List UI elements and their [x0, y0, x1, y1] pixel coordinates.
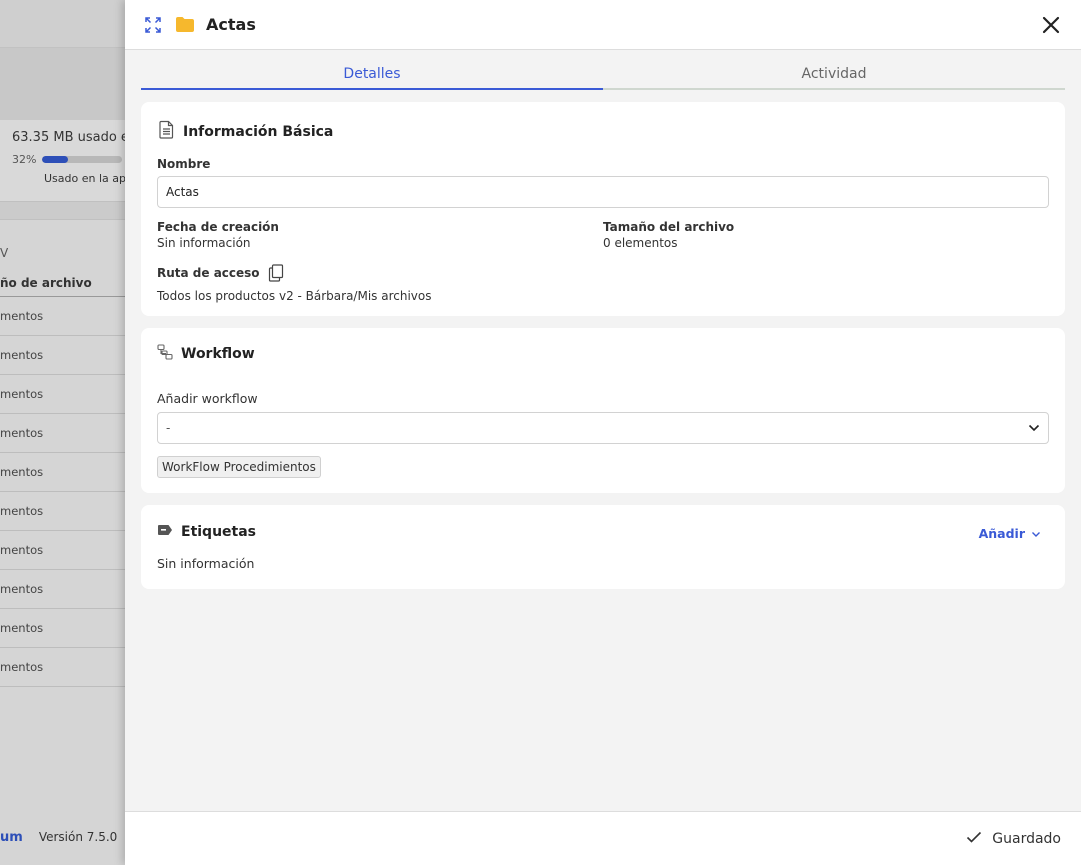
name-label: Nombre	[157, 157, 211, 171]
details-drawer: Actas Detalles Actividad Información Bás…	[125, 0, 1081, 865]
tag-icon	[157, 524, 173, 540]
add-tag-button[interactable]: Añadir	[979, 526, 1041, 541]
column-header-size: ño de archivo	[0, 271, 125, 297]
background-row: mentos	[0, 609, 125, 648]
tags-header: Etiquetas	[157, 524, 1049, 540]
workflow-select[interactable]: -	[157, 412, 1049, 444]
tabs: Detalles Actividad	[141, 60, 1065, 90]
document-icon	[157, 120, 175, 143]
drawer-header: Actas	[125, 0, 1081, 50]
basic-info-header: Información Básica	[157, 120, 1049, 143]
tags-title: Etiquetas	[181, 524, 257, 540]
drawer-footer: Guardado	[125, 811, 1081, 865]
storage-used-text: Usado en la ap	[44, 172, 125, 185]
storage-bar	[42, 156, 123, 163]
tab-actividad[interactable]: Actividad	[603, 60, 1065, 90]
background-rows: mentos mentos mentos mentos mentos mentos ment…	[0, 297, 125, 687]
tags-card: Etiquetas Añadir Sin información	[141, 505, 1065, 589]
storage-text: 63.35 MB usado e	[12, 130, 125, 145]
saved-status: Guardado	[966, 831, 1061, 847]
workflow-chip[interactable]: WorkFlow Procedimientos	[157, 456, 321, 478]
storage-percent: 32%	[12, 153, 37, 166]
background-header	[0, 0, 125, 48]
tags-empty-text: Sin información	[157, 556, 255, 571]
background-row: mentos	[0, 375, 125, 414]
background-row: mentos	[0, 531, 125, 570]
copy-icon[interactable]	[268, 264, 284, 282]
background-row: mentos	[0, 492, 125, 531]
background-row: mentos	[0, 336, 125, 375]
workflow-icon	[157, 344, 173, 364]
workflow-title: Workflow	[181, 346, 255, 362]
chevron-down-icon	[1031, 526, 1041, 541]
created-value: Sin información	[157, 236, 251, 250]
close-button[interactable]	[1039, 13, 1063, 37]
workflow-card: Workflow Añadir workflow - WorkFlow Proc…	[141, 328, 1065, 493]
add-workflow-label: Añadir workflow	[157, 391, 258, 406]
path-label-row: Ruta de acceso	[157, 264, 1049, 282]
background-v-text: V	[0, 246, 9, 260]
background-footer: um Versión 7.5.0	[0, 830, 117, 845]
saved-text: Guardado	[992, 830, 1061, 847]
drawer-title: Actas	[206, 15, 256, 34]
tab-detalles[interactable]: Detalles	[141, 60, 603, 90]
add-tag-label: Añadir	[978, 526, 1025, 541]
background-row: mentos	[0, 453, 125, 492]
storage-panel: 63.35 MB usado e 32% Usado en la ap	[0, 120, 125, 201]
check-icon	[966, 831, 982, 847]
path-label: Ruta de acceso	[157, 266, 260, 280]
expand-icon[interactable]	[143, 15, 163, 35]
size-value: 0 elementos	[603, 236, 678, 250]
background-app: 63.35 MB usado e 32% Usado en la ap V ño…	[0, 0, 125, 865]
folder-icon	[175, 15, 195, 35]
workflow-header: Workflow	[157, 344, 1049, 364]
storage-bar-fill	[42, 156, 69, 163]
version-text: Versión 7.5.0	[38, 830, 118, 844]
name-input[interactable]	[157, 176, 1049, 208]
background-row: mentos	[0, 648, 125, 687]
workflow-select-value: -	[166, 421, 171, 435]
path-value: Todos los productos v2 - Bárbara/Mis arc…	[157, 289, 432, 303]
basic-info-card: Información Básica Nombre Fecha de creac…	[141, 102, 1065, 316]
background-row: mentos	[0, 414, 125, 453]
background-row: mentos	[0, 297, 125, 336]
created-label: Fecha de creación	[157, 220, 279, 234]
brand-text: um	[0, 830, 23, 845]
background-separator	[0, 201, 125, 220]
basic-info-title: Información Básica	[183, 123, 334, 140]
background-band	[0, 48, 125, 120]
size-label: Tamaño del archivo	[603, 220, 735, 234]
chevron-down-icon	[1028, 424, 1040, 432]
background-row: mentos	[0, 570, 125, 609]
